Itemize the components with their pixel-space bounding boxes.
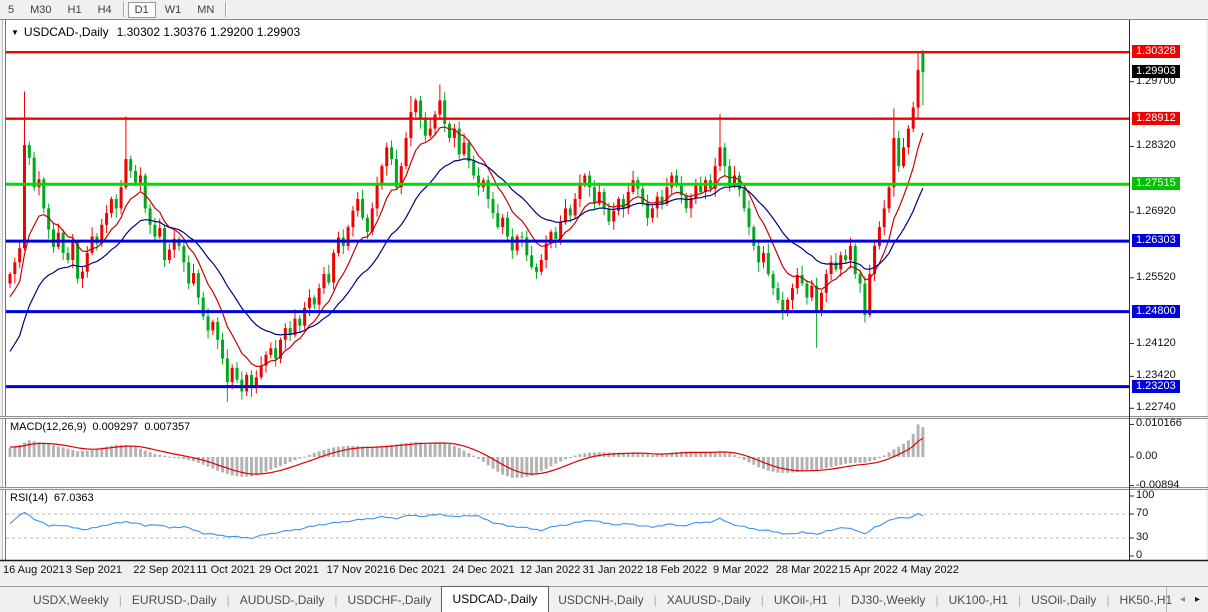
timeframe-button-5[interactable]: 5 — [1, 2, 21, 18]
mt4-window: 5M30H1H4 D1W1MN ▼ USDCAD-,Daily 1.30302 1.3… — [0, 0, 1208, 612]
rsi-indicator-label: RSI(14) 67.0363 — [10, 492, 100, 504]
tab-ukoil-h1[interactable]: UKOil-,H1 — [765, 589, 837, 611]
date-label: 15 Apr 2022 — [839, 564, 898, 576]
date-label: 3 Sep 2021 — [66, 564, 122, 576]
price-badge-1.23203: 1.23203 — [1132, 380, 1180, 393]
rsi-value: 67.0363 — [54, 492, 94, 504]
price-badge-1.30328: 1.30328 — [1132, 45, 1180, 58]
timeframe-button-H1[interactable]: H1 — [61, 2, 89, 18]
tab-audusd-daily[interactable]: AUDUSD-,Daily — [231, 589, 334, 611]
chart-tabs: USDX,Weekly|EURUSD-,Daily|AUDUSD-,Daily|… — [0, 587, 1181, 612]
date-label: 31 Jan 2022 — [583, 564, 644, 576]
tab-separator: | — [838, 593, 841, 607]
tab-usdchf-daily[interactable]: USDCHF-,Daily — [339, 589, 441, 611]
tab-usdcad-daily[interactable]: USDCAD-,Daily — [441, 586, 550, 612]
rsi-name: RSI(14) — [10, 492, 48, 504]
tab-separator: | — [119, 593, 122, 607]
toolbar-separator — [225, 2, 226, 17]
timeframe-button-M30[interactable]: M30 — [23, 2, 58, 18]
date-label: 12 Jan 2022 — [520, 564, 581, 576]
tab-uk100-h1[interactable]: UK100-,H1 — [940, 589, 1017, 611]
macd-indicator-label: MACD(12,26,9) 0.009297 0.007357 — [10, 421, 196, 433]
date-label: 11 Oct 2021 — [196, 564, 255, 576]
date-label: 16 Aug 2021 — [3, 564, 65, 576]
timeframe-button-H4[interactable]: H4 — [91, 2, 119, 18]
chart-tabs-bar: USDX,Weekly|EURUSD-,Daily|AUDUSD-,Daily|… — [0, 586, 1208, 612]
date-label: 28 Mar 2022 — [776, 564, 838, 576]
timeframe-button-MN[interactable]: MN — [190, 2, 221, 18]
date-label: 18 Feb 2022 — [645, 564, 707, 576]
price-badge-1.24800: 1.24800 — [1132, 305, 1180, 318]
price-tick-label: 1.28320 — [1136, 139, 1176, 151]
tab-separator: | — [334, 593, 337, 607]
tab-separator: | — [1106, 593, 1109, 607]
price-tick-label: 1.25520 — [1136, 271, 1176, 283]
tab-scroll-left-icon[interactable]: ◂ — [1180, 594, 1185, 605]
rsi-tick-label: 100 — [1136, 489, 1154, 501]
price-chart-canvas[interactable] — [0, 0, 1208, 612]
price-badge-1.28912: 1.28912 — [1132, 112, 1180, 125]
tab-scroll-right-icon[interactable]: ▸ — [1195, 594, 1200, 605]
rsi-tick-label: 30 — [1136, 531, 1148, 543]
toolbar-separator — [123, 2, 124, 17]
tab-dj30-weekly[interactable]: DJ30-,Weekly — [842, 589, 934, 611]
date-label: 9 Mar 2022 — [713, 564, 769, 576]
tab-usoil-daily[interactable]: USOil-,Daily — [1022, 589, 1105, 611]
tab-scroll-arrows: ◂ ▸ — [1166, 587, 1205, 612]
dropdown-arrow-icon[interactable]: ▼ — [11, 28, 19, 37]
tab-separator: | — [654, 593, 657, 607]
tab-separator: | — [761, 593, 764, 607]
tab-eurusd-daily[interactable]: EURUSD-,Daily — [123, 589, 226, 611]
tab-separator: | — [935, 593, 938, 607]
rsi-tick-label: 70 — [1136, 507, 1148, 519]
tab-separator: | — [227, 593, 230, 607]
macd-tick-label: 0.00 — [1136, 450, 1157, 462]
chart-symbol-label: USDCAD-,Daily — [24, 25, 109, 39]
date-label: 22 Sep 2021 — [133, 564, 195, 576]
price-badge-1.27515: 1.27515 — [1132, 177, 1180, 190]
timeframe-toolbar: 5M30H1H4 D1W1MN — [0, 0, 1208, 19]
rsi-tick-label: 0 — [1136, 549, 1142, 561]
date-label: 4 May 2022 — [901, 564, 958, 576]
chart-title: ▼ USDCAD-,Daily 1.30302 1.30376 1.29200 1.… — [11, 25, 300, 39]
timeframe-button-W1[interactable]: W1 — [158, 2, 189, 18]
tab-separator: | — [1018, 593, 1021, 607]
macd-main-value: 0.009297 — [92, 421, 138, 433]
macd-signal-value: 0.007357 — [144, 421, 190, 433]
price-tick-label: 1.24120 — [1136, 337, 1176, 349]
date-label: 24 Dec 2021 — [452, 564, 514, 576]
tab-xauusd-daily[interactable]: XAUUSD-,Daily — [658, 589, 760, 611]
tab-usdcnh-daily[interactable]: USDCNH-,Daily — [549, 589, 652, 611]
price-badge-1.26303: 1.26303 — [1132, 234, 1180, 247]
date-label: 29 Oct 2021 — [259, 564, 319, 576]
date-label: 6 Dec 2021 — [389, 564, 445, 576]
macd-tick-label: 0.010166 — [1136, 417, 1182, 429]
date-label: 17 Nov 2021 — [327, 564, 389, 576]
macd-name: MACD(12,26,9) — [10, 421, 86, 433]
chart-ohlc-values: 1.30302 1.30376 1.29200 1.29903 — [117, 25, 301, 39]
current-price-badge: 1.29903 — [1132, 65, 1180, 78]
price-tick-label: 1.26920 — [1136, 205, 1176, 217]
timeframe-button-D1[interactable]: D1 — [128, 2, 156, 18]
price-tick-label: 1.22740 — [1136, 401, 1176, 413]
tab-usdx-weekly[interactable]: USDX,Weekly — [24, 589, 118, 611]
